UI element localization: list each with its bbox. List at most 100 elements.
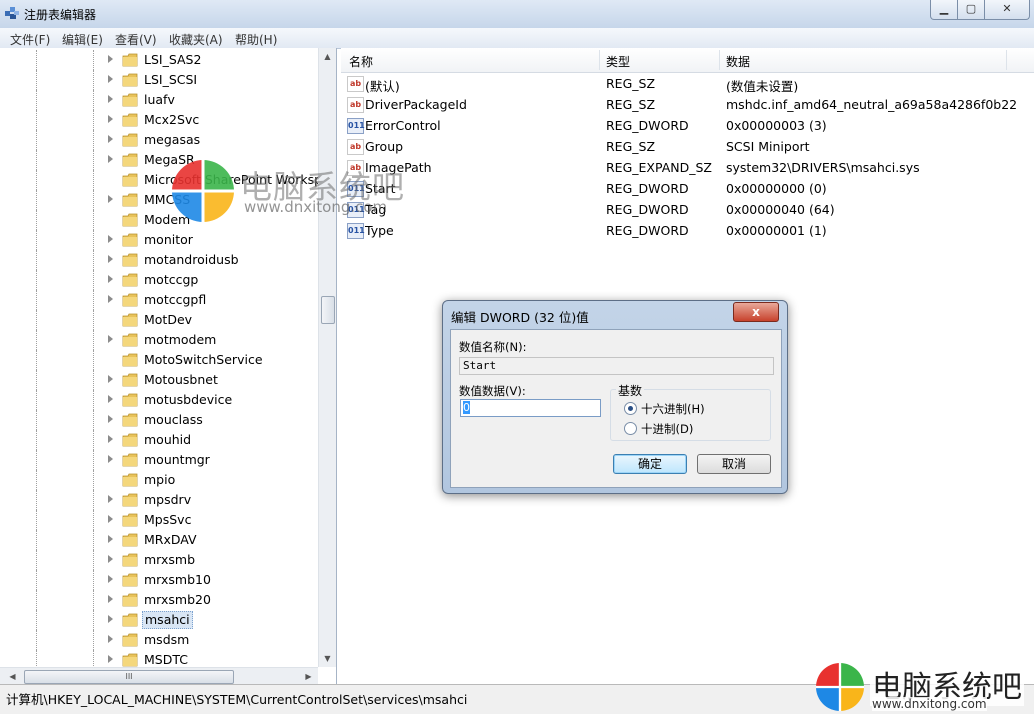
expand-arrow-icon[interactable] (108, 95, 113, 103)
registry-tree[interactable]: LSI_SAS2 LSI_SCSI luafv Mcx2Svc megasas MegaS… (0, 48, 337, 684)
maximize-button[interactable]: ▢ (957, 0, 985, 20)
scroll-left-arrow-icon[interactable]: ◀ (4, 668, 21, 685)
tree-item-label[interactable]: mrxsmb20 (142, 592, 213, 608)
tree-item[interactable]: mrxsmb10 (0, 570, 320, 590)
value-row[interactable]: 011 Type REG_DWORD 0x00000001 (1) (341, 220, 1034, 241)
tree-item[interactable]: MotoSwitchService (0, 350, 320, 370)
expand-arrow-icon[interactable] (108, 435, 113, 443)
expand-arrow-icon[interactable] (108, 335, 113, 343)
scroll-right-arrow-icon[interactable]: ▶ (300, 668, 317, 685)
tree-item[interactable]: motusbdevice (0, 390, 320, 410)
tree-item-label[interactable]: mpio (142, 472, 177, 488)
menu-view[interactable]: 查看(V) (115, 31, 157, 48)
tree-item[interactable]: LSI_SCSI (0, 70, 320, 90)
expand-arrow-icon[interactable] (108, 75, 113, 83)
tree-horizontal-scrollbar[interactable]: ◀ III ▶ (0, 667, 318, 685)
tree-item-label[interactable]: motandroidusb (142, 252, 241, 268)
tree-item-label[interactable]: megasas (142, 132, 202, 148)
tree-item-label[interactable]: mpsdrv (142, 492, 193, 508)
tree-item-label[interactable]: MotDev (142, 312, 194, 328)
hscroll-thumb[interactable]: III (24, 670, 234, 684)
column-divider[interactable] (1006, 50, 1007, 70)
tree-item-label[interactable]: LSI_SCSI (142, 72, 199, 88)
tree-item-label[interactable]: MSDTC (142, 652, 190, 668)
value-row[interactable]: 011 Start REG_DWORD 0x00000000 (0) (341, 178, 1034, 199)
tree-item-label[interactable]: Mcx2Svc (142, 112, 201, 128)
tree-item[interactable]: motccgp (0, 270, 320, 290)
expand-arrow-icon[interactable] (108, 275, 113, 283)
tree-item[interactable]: msahci (0, 610, 320, 630)
tree-item-label[interactable]: mouclass (142, 412, 205, 428)
value-row[interactable]: ab Group REG_SZ SCSI Miniport (341, 136, 1034, 157)
column-header-name[interactable]: 名称 (349, 53, 373, 70)
hex-radio[interactable] (624, 402, 637, 415)
value-row[interactable]: 011 Tag REG_DWORD 0x00000040 (64) (341, 199, 1034, 220)
tree-item-label[interactable]: msahci (142, 611, 193, 629)
menu-edit[interactable]: 编辑(E) (62, 31, 103, 48)
tree-item-label[interactable]: mrxsmb10 (142, 572, 213, 588)
column-divider[interactable] (599, 50, 600, 70)
expand-arrow-icon[interactable] (108, 375, 113, 383)
decimal-radio-label[interactable]: 十进制(D) (641, 421, 693, 437)
tree-item-label[interactable]: LSI_SAS2 (142, 52, 203, 68)
expand-arrow-icon[interactable] (108, 295, 113, 303)
expand-arrow-icon[interactable] (108, 415, 113, 423)
tree-item-label[interactable]: motmodem (142, 332, 218, 348)
tree-item-label[interactable]: motccgpfl (142, 292, 208, 308)
hex-radio-label[interactable]: 十六进制(H) (641, 401, 705, 417)
value-row[interactable]: ab DriverPackageId REG_SZ mshdc.inf_amd64_n… (341, 94, 1034, 115)
expand-arrow-icon[interactable] (108, 495, 113, 503)
tree-vertical-scrollbar[interactable]: ▲ ▼ (318, 48, 336, 667)
tree-item-label[interactable]: mouhid (142, 432, 193, 448)
tree-item-label[interactable]: mountmgr (142, 452, 212, 468)
tree-item[interactable]: MotDev (0, 310, 320, 330)
expand-arrow-icon[interactable] (108, 615, 113, 623)
tree-item[interactable]: mpio (0, 470, 320, 490)
tree-item-label[interactable]: MotoSwitchService (142, 352, 265, 368)
scroll-down-arrow-icon[interactable]: ▼ (319, 650, 336, 667)
minimize-button[interactable]: ▁ (930, 0, 958, 20)
expand-arrow-icon[interactable] (108, 535, 113, 543)
close-button[interactable]: ✕ (984, 0, 1030, 20)
tree-item[interactable]: mouhid (0, 430, 320, 450)
tree-item-label[interactable]: Motousbnet (142, 372, 220, 388)
menu-help[interactable]: 帮助(H) (235, 31, 277, 48)
decimal-radio[interactable] (624, 422, 637, 435)
expand-arrow-icon[interactable] (108, 635, 113, 643)
ok-button[interactable]: 确定 (613, 454, 687, 474)
tree-item[interactable]: Motousbnet (0, 370, 320, 390)
dialog-close-button[interactable]: x (733, 302, 779, 322)
tree-item-label[interactable]: MRxDAV (142, 532, 199, 548)
tree-item[interactable]: mountmgr (0, 450, 320, 470)
tree-item[interactable]: megasas (0, 130, 320, 150)
value-data-input[interactable]: 0 (460, 399, 601, 417)
scroll-up-arrow-icon[interactable]: ▲ (319, 48, 336, 65)
expand-arrow-icon[interactable] (108, 135, 113, 143)
tree-item[interactable]: motmodem (0, 330, 320, 350)
column-header-data[interactable]: 数据 (726, 53, 750, 70)
expand-arrow-icon[interactable] (108, 575, 113, 583)
scroll-thumb[interactable] (321, 296, 335, 324)
tree-item[interactable]: monitor (0, 230, 320, 250)
column-header-type[interactable]: 类型 (606, 53, 630, 70)
tree-item[interactable]: Mcx2Svc (0, 110, 320, 130)
column-divider[interactable] (719, 50, 720, 70)
tree-item[interactable]: mrxsmb20 (0, 590, 320, 610)
expand-arrow-icon[interactable] (108, 555, 113, 563)
tree-item-label[interactable]: luafv (142, 92, 177, 108)
expand-arrow-icon[interactable] (108, 515, 113, 523)
expand-arrow-icon[interactable] (108, 395, 113, 403)
tree-item[interactable]: MRxDAV (0, 530, 320, 550)
value-row[interactable]: ab ImagePath REG_EXPAND_SZ system32\DRIVERS… (341, 157, 1034, 178)
expand-arrow-icon[interactable] (108, 455, 113, 463)
value-row[interactable]: ab (默认) REG_SZ (数值未设置) (341, 73, 1034, 94)
tree-item[interactable]: mrxsmb (0, 550, 320, 570)
tree-item[interactable]: luafv (0, 90, 320, 110)
tree-item-label[interactable]: MpsSvc (142, 512, 193, 528)
expand-arrow-icon[interactable] (108, 655, 113, 663)
tree-item[interactable]: motandroidusb (0, 250, 320, 270)
tree-item[interactable]: msdsm (0, 630, 320, 650)
expand-arrow-icon[interactable] (108, 195, 113, 203)
tree-item[interactable]: mpsdrv (0, 490, 320, 510)
menu-favorites[interactable]: 收藏夹(A) (169, 31, 223, 48)
